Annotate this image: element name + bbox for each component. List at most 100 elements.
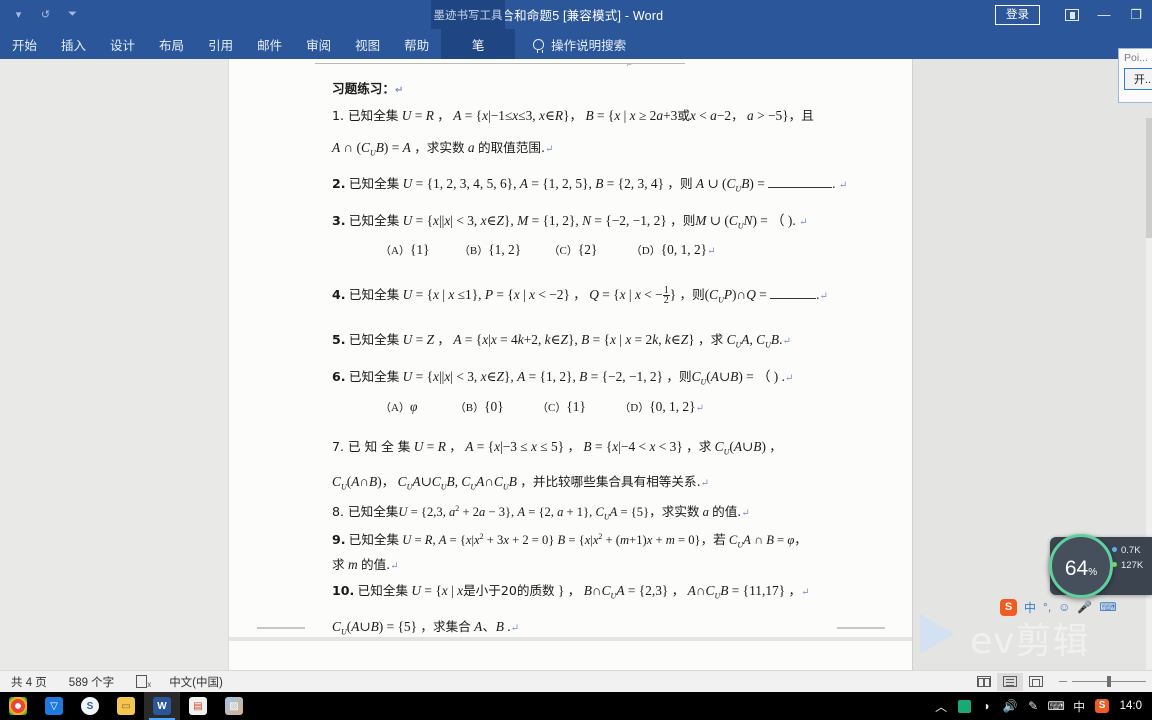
tab-home[interactable]: 开始 [0,29,49,59]
print-layout-icon [1003,676,1017,687]
page-count[interactable]: 共 4 页 [0,674,58,690]
zoom-knob[interactable] [1107,676,1111,687]
problem-6-options: （A）φ （B）{0} （C）{1} （D）{0, 1, 2}↵ [380,399,704,414]
download-speed: 127K [1121,560,1144,571]
document-work-area: ⌐ 习题练习：↵ 1. 已知全集 U = R ， A = {x|−1≤x≤3, … [0,59,1152,720]
wifi-icon[interactable]: ◗ [976,692,999,720]
powerpoint-icon: ▤ [189,697,207,715]
document-page[interactable]: ⌐ 习题练习：↵ 1. 已知全集 U = R ， A = {x|−1≤x≤3, … [228,59,913,670]
restore-button[interactable]: ❐ [1120,0,1152,29]
popup-open-button[interactable]: 开... [1124,68,1152,90]
web-layout-icon [1029,676,1043,687]
network-speed-readout: 0.7K 127K [1112,543,1143,573]
pen-icon[interactable]: ✎ [1022,692,1045,720]
undo-icon[interactable]: ↺ [37,6,54,23]
upload-speed: 0.7K [1121,545,1141,556]
chrome-icon [9,697,27,715]
sogou-browser-icon: S [81,697,99,715]
problem-10-line-2: CU(A∪B) = {5} ，求集合 A、B .↵ [332,619,519,637]
proofing-errors-icon [136,675,151,689]
punctuation-icon[interactable]: °, [1043,600,1051,614]
customize-qat-icon[interactable]: ⏷ [64,6,81,23]
problem-9-line-2: 求 m 的值.↵ [332,557,399,572]
scrollbar-thumb[interactable] [1146,118,1152,238]
ime-mode-label[interactable]: 中 [1024,599,1036,616]
zoom-slider[interactable] [1049,676,1146,687]
document-text-body: 习题练习：↵ 1. 已知全集 U = R ， A = {x|−1≤x≤3, x∈… [229,59,912,670]
taskbar-item-photos[interactable]: ▨ [216,692,252,720]
window-controls: 登录 — ❐ [995,0,1152,29]
view-read-mode[interactable] [971,673,997,691]
problem-3-options: （A）{1} （B）{1, 2} （C）{2} （D）{0, 1, 2}↵ [380,242,716,257]
download-speed-row: 127K [1112,558,1143,573]
proofing-status[interactable] [125,675,158,689]
tab-help[interactable]: 帮助 [392,29,441,59]
left-gutter [0,59,228,670]
taskbar: ▽ S ▭ W ▤ ▨ ︿ ◗ 🔊 ✎ ⌨ 中 S 14:0 [0,692,1152,720]
tab-mailings[interactable]: 邮件 [245,29,294,59]
window-title: 集合和命题5 [兼容模式] - Word [488,9,664,23]
ime-mode-icon[interactable]: 中 [1068,692,1091,720]
powerpoint-popup-dialog[interactable]: Poi... 开... [1118,48,1152,103]
cpu-gauge[interactable]: 64 % [1049,534,1113,598]
taskbar-item-sogou-browser[interactable]: S [72,692,108,720]
keyboard-icon[interactable]: ⌨ [1045,692,1068,720]
tab-layout[interactable]: 布局 [147,29,196,59]
problem-9-line-1: 9. 已知全集 U = R, A = {x|x2 + 3x + 2 = 0} B… [332,531,807,550]
safe-icon[interactable] [953,692,976,720]
problem-4-line-1: 4. 已知全集 U = {x | x ≤1}, P = {x | x < −2}… [332,285,828,307]
system-tray: ︿ ◗ 🔊 ✎ ⌨ 中 S 14:0 [930,692,1152,720]
taskbar-clock[interactable]: 14:0 [1114,700,1148,712]
save-dropdown-icon[interactable]: ▾ [10,6,27,23]
show-hidden-icons-button[interactable]: ︿ [930,692,953,720]
sogou-ime-bar[interactable]: S 中 °, ☺ 🎤 ⌨ [1000,596,1117,618]
download-arrow-icon [1112,562,1117,567]
mic-icon[interactable]: 🎤 [1077,600,1092,614]
problem-8-line-1: 8. 已知全集U = {2,3, a2 + 2a − 3}, A = {2, a… [332,503,750,522]
taskbar-app-icons: ▽ S ▭ W ▤ ▨ [0,692,252,720]
taskbar-item-powerpoint[interactable]: ▤ [180,692,216,720]
problem-3-line-1: 3. 已知全集 U = {x||x| < 3, x∈Z}, M = {1, 2}… [332,213,808,231]
tab-pen[interactable]: 笔 [441,29,516,59]
tab-references[interactable]: 引用 [196,29,245,59]
taskbar-item-word[interactable]: W [144,692,180,720]
status-bar: 共 4 页 589 个字 中文(中国) [0,670,1152,692]
language-status[interactable]: 中文(中国) [158,674,234,690]
view-web-layout[interactable] [1023,673,1049,691]
tab-review[interactable]: 审阅 [294,29,343,59]
sogou-logo-icon: S [1000,598,1017,616]
problem-2-line-1: 2. 已知全集 U = {1, 2, 3, 4, 5, 6}, A = {1, … [332,176,848,194]
problem-7-line-2: CU(A∩B)， CUA∪CUB, CUA∩CUB ，并比较哪些集合具有相等关系… [332,474,709,492]
read-mode-icon [977,676,991,687]
tab-view[interactable]: 视图 [343,29,392,59]
page-break-marks [229,627,912,629]
problem-1-line-2: A ∩ (CUB) = A ，求实数 a 的取值范围.↵ [332,140,554,158]
quick-access-toolbar: ▾ ↺ ⏷ [4,0,81,29]
tab-insert[interactable]: 插入 [49,29,98,59]
emoji-icon[interactable]: ☺ [1058,600,1070,614]
upload-speed-row: 0.7K [1112,543,1143,558]
share-button[interactable] [1056,0,1088,29]
tell-me-search[interactable]: 操作说明搜索 [515,35,636,54]
word-count[interactable]: 589 个字 [58,674,125,690]
gauge-unit: % [1088,567,1098,578]
title-bar: ▾ ↺ ⏷ 集合和命题5 [兼容模式] - Word 墨迹书写工具 登录 — ❐ [0,0,1152,29]
taskbar-item-security[interactable]: ▽ [36,692,72,720]
minimize-button[interactable]: — [1088,0,1120,29]
zoom-out-icon[interactable] [1059,681,1067,682]
zoom-track[interactable] [1072,676,1146,687]
keyboard-icon[interactable]: ⌨ [1099,600,1116,614]
sogou-ime-icon[interactable]: S [1091,692,1114,720]
ribbon-tab-bar: 开始 插入 设计 布局 引用 邮件 审阅 视图 帮助 笔 操作说明搜索 [0,29,1152,59]
login-button[interactable]: 登录 [995,4,1040,25]
contextual-tab-header: 墨迹书写工具 [431,0,505,29]
problem-5-line-1: 5. 已知全集 U = Z ， A = {x|x = 4k+2, k∈Z}, B… [332,332,791,350]
tab-design[interactable]: 设计 [98,29,147,59]
vertical-scrollbar[interactable] [1146,118,1152,720]
volume-icon[interactable]: 🔊 [999,692,1022,720]
taskbar-item-file-explorer[interactable]: ▭ [108,692,144,720]
word-icon: W [153,697,171,715]
taskbar-item-chrome[interactable] [0,692,36,720]
problem-7-line-1: 7. 已 知 全 集 U = R ， A = {x|−3 ≤ x ≤ 5} ， … [332,439,782,457]
view-print-layout[interactable] [997,672,1023,691]
